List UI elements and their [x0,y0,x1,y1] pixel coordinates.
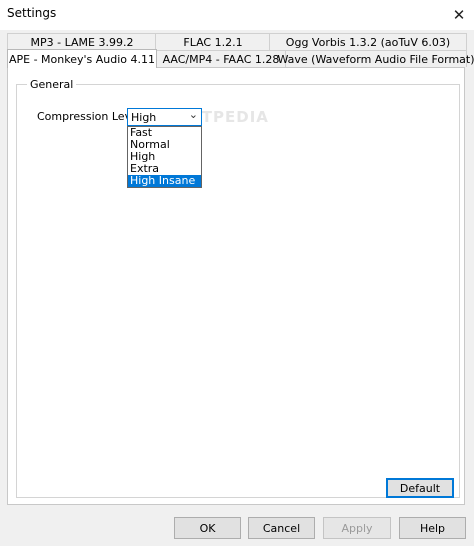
tab-aac-mp4[interactable]: AAC/MP4 - FAAC 1.28 [155,50,287,67]
title-bar: Settings ✕ [0,0,474,30]
general-groupbox [16,84,460,498]
tab-ogg-vorbis[interactable]: Ogg Vorbis 1.3.2 (aoTuV 6.03) [269,33,467,50]
compression-level-select[interactable]: High ⌄ [127,108,202,126]
tab-flac[interactable]: FLAC 1.2.1 [155,33,271,50]
compression-level-dropdown: Fast Normal High Extra High Insane [127,126,202,188]
apply-button[interactable]: Apply [323,517,391,539]
cancel-button[interactable]: Cancel [248,517,315,539]
compression-level-value: High [131,111,157,124]
ok-button[interactable]: OK [174,517,241,539]
chevron-down-icon[interactable]: ⌄ [189,108,198,121]
window-title: Settings [7,6,57,20]
default-button[interactable]: Default [386,478,454,498]
dropdown-option-high-insane[interactable]: High Insane [128,175,201,187]
tab-mp3-lame[interactable]: MP3 - LAME 3.99.2 [7,33,157,50]
tab-wave[interactable]: Wave (Waveform Audio File Format) [277,50,474,67]
tab-ape-monkeys-audio[interactable]: APE - Monkey's Audio 4.11 [7,49,157,68]
tab-row-front: APE - Monkey's Audio 4.11 AAC/MP4 - FAAC… [7,49,474,68]
close-icon[interactable]: ✕ [444,0,474,30]
general-group-title: General [27,78,77,91]
help-button[interactable]: Help [399,517,466,539]
